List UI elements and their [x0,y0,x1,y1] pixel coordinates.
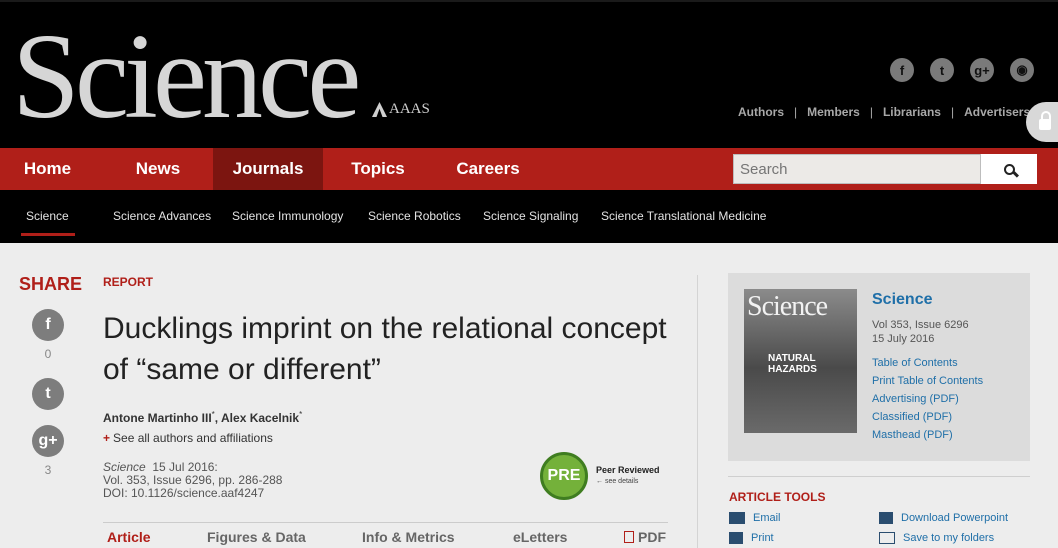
link-table-of-contents[interactable]: Table of Contents [872,357,958,369]
subnav-science-robotics[interactable]: Science Robotics [368,209,461,223]
site-header: Science AAAS f t g+ ◉ Authors | Members | … [0,0,1058,148]
tab-article[interactable]: Article [107,529,151,545]
pre-logo: PRE [540,452,588,500]
see-details-link[interactable]: ← see details [596,476,660,487]
cover-masthead: Science [747,291,828,322]
affiliations-label: See all authors and affiliations [113,431,273,445]
tab-pdf[interactable]: PDF [624,529,666,545]
subnav-science-immunology[interactable]: Science Immunology [232,209,343,223]
search-icon [1003,163,1015,175]
lock-icon [1039,111,1051,130]
tab-eletters[interactable]: eLetters [513,529,567,545]
link-classified-pdf[interactable]: Classified (PDF) [872,411,952,423]
email-tool[interactable]: Email [729,512,781,524]
nav-topics[interactable]: Topics [323,148,433,190]
affiliations-toggle[interactable]: + See all authors and affiliations [103,431,273,445]
subnav-science[interactable]: Science [21,209,75,236]
cover-headline: NATURAL HAZARDS [768,353,817,375]
twitter-icon[interactable]: t [930,58,954,82]
author-link[interactable]: Alex Kacelnik [221,411,299,425]
download-powerpoint-tool[interactable]: Download Powerpoint [879,512,1008,524]
folder-icon [879,532,895,544]
search-button[interactable] [981,154,1037,184]
download-icon [879,512,893,524]
save-to-folders-tool[interactable]: Save to my folders [879,532,994,544]
link-members[interactable]: Members [807,105,860,119]
login-button[interactable] [1026,102,1058,142]
tab-info-metrics[interactable]: Info & Metrics [362,529,455,545]
author-link[interactable]: Antone Martinho III [103,411,212,425]
nav-careers[interactable]: Careers [433,148,543,190]
tools-divider [728,476,1030,477]
aaas-mark-icon [372,102,387,117]
link-authors[interactable]: Authors [738,105,784,119]
top-links: Authors | Members | Librarians | Advertiser… [738,105,1031,119]
tab-figures-data[interactable]: Figures & Data [207,529,306,545]
rss-icon[interactable]: ◉ [1010,58,1034,82]
print-tool[interactable]: Print [729,532,774,544]
author-mark: * [299,410,303,419]
issue-volume: Vol 353, Issue 6296 [872,319,969,331]
social-links: f t g+ ◉ [890,58,1034,82]
citation-doi: DOI: 10.1126/science.aaf4247 [103,486,265,500]
issue-cover-image[interactable]: Science NATURAL HAZARDS [744,289,857,433]
author-list: Antone Martinho III*, Alex Kacelnik* [103,410,303,425]
facebook-share-icon[interactable]: f [32,309,64,341]
link-print-toc[interactable]: Print Table of Contents [872,375,983,387]
subnav-science-signaling[interactable]: Science Signaling [483,209,578,223]
share-title: SHARE [19,274,83,294]
link-advertising-pdf[interactable]: Advertising (PDF) [872,393,959,405]
nav-news[interactable]: News [103,148,213,190]
issue-date: 15 July 2016 [872,333,935,345]
subnav-science-advances[interactable]: Science Advances [113,209,211,223]
pdf-icon [624,531,634,543]
article-tabs: Article Figures & Data Info & Metrics eL… [103,522,668,548]
link-librarians[interactable]: Librarians [883,105,941,119]
column-divider [697,275,698,548]
issue-journal[interactable]: Science [872,291,932,309]
google-plus-share-icon[interactable]: g+ [32,425,64,457]
subnav-science-translational-medicine[interactable]: Science Translational Medicine [601,209,766,223]
facebook-icon[interactable]: f [890,58,914,82]
email-icon [729,512,745,524]
author-mark: * [211,410,215,419]
link-masthead-pdf[interactable]: Masthead (PDF) [872,429,953,441]
citation-journal: Science [103,460,146,474]
issue-box: Science NATURAL HAZARDS Science Vol 353,… [728,273,1030,461]
aaas-label: AAAS [389,101,430,117]
nav-home[interactable]: Home [0,148,95,190]
link-advertisers[interactable]: Advertisers [964,105,1030,119]
plus-icon: + [103,431,111,445]
journals-subnav: Science Science Advances Science Immunol… [0,190,1058,243]
science-logo[interactable]: Science [12,16,361,138]
facebook-share-count: 0 [44,347,52,361]
article-title: Ducklings imprint on the relational conc… [103,312,667,386]
twitter-share-icon[interactable]: t [32,378,64,410]
print-icon [729,532,743,544]
aaas-logo[interactable]: AAAS [372,101,430,118]
article-type: REPORT [103,275,154,289]
nav-journals[interactable]: Journals [213,148,323,190]
article-tools-title: ARTICLE TOOLS [729,490,826,504]
citation-date: 15 Jul 2016: [152,460,218,474]
google-plus-share-count: 3 [44,463,52,477]
peer-reviewed-badge[interactable]: PRE Peer Reviewed ← see details [540,452,660,500]
google-plus-icon[interactable]: g+ [970,58,994,82]
issue-info: Vol 353, Issue 6296 15 July 2016 [872,318,969,346]
citation: Science 15 Jul 2016: Vol. 353, Issue 629… [103,461,282,500]
search-input[interactable] [733,154,981,184]
main-nav: Home News Journals Topics Careers [0,148,1058,190]
peer-reviewed-label: Peer Reviewed [596,465,660,475]
